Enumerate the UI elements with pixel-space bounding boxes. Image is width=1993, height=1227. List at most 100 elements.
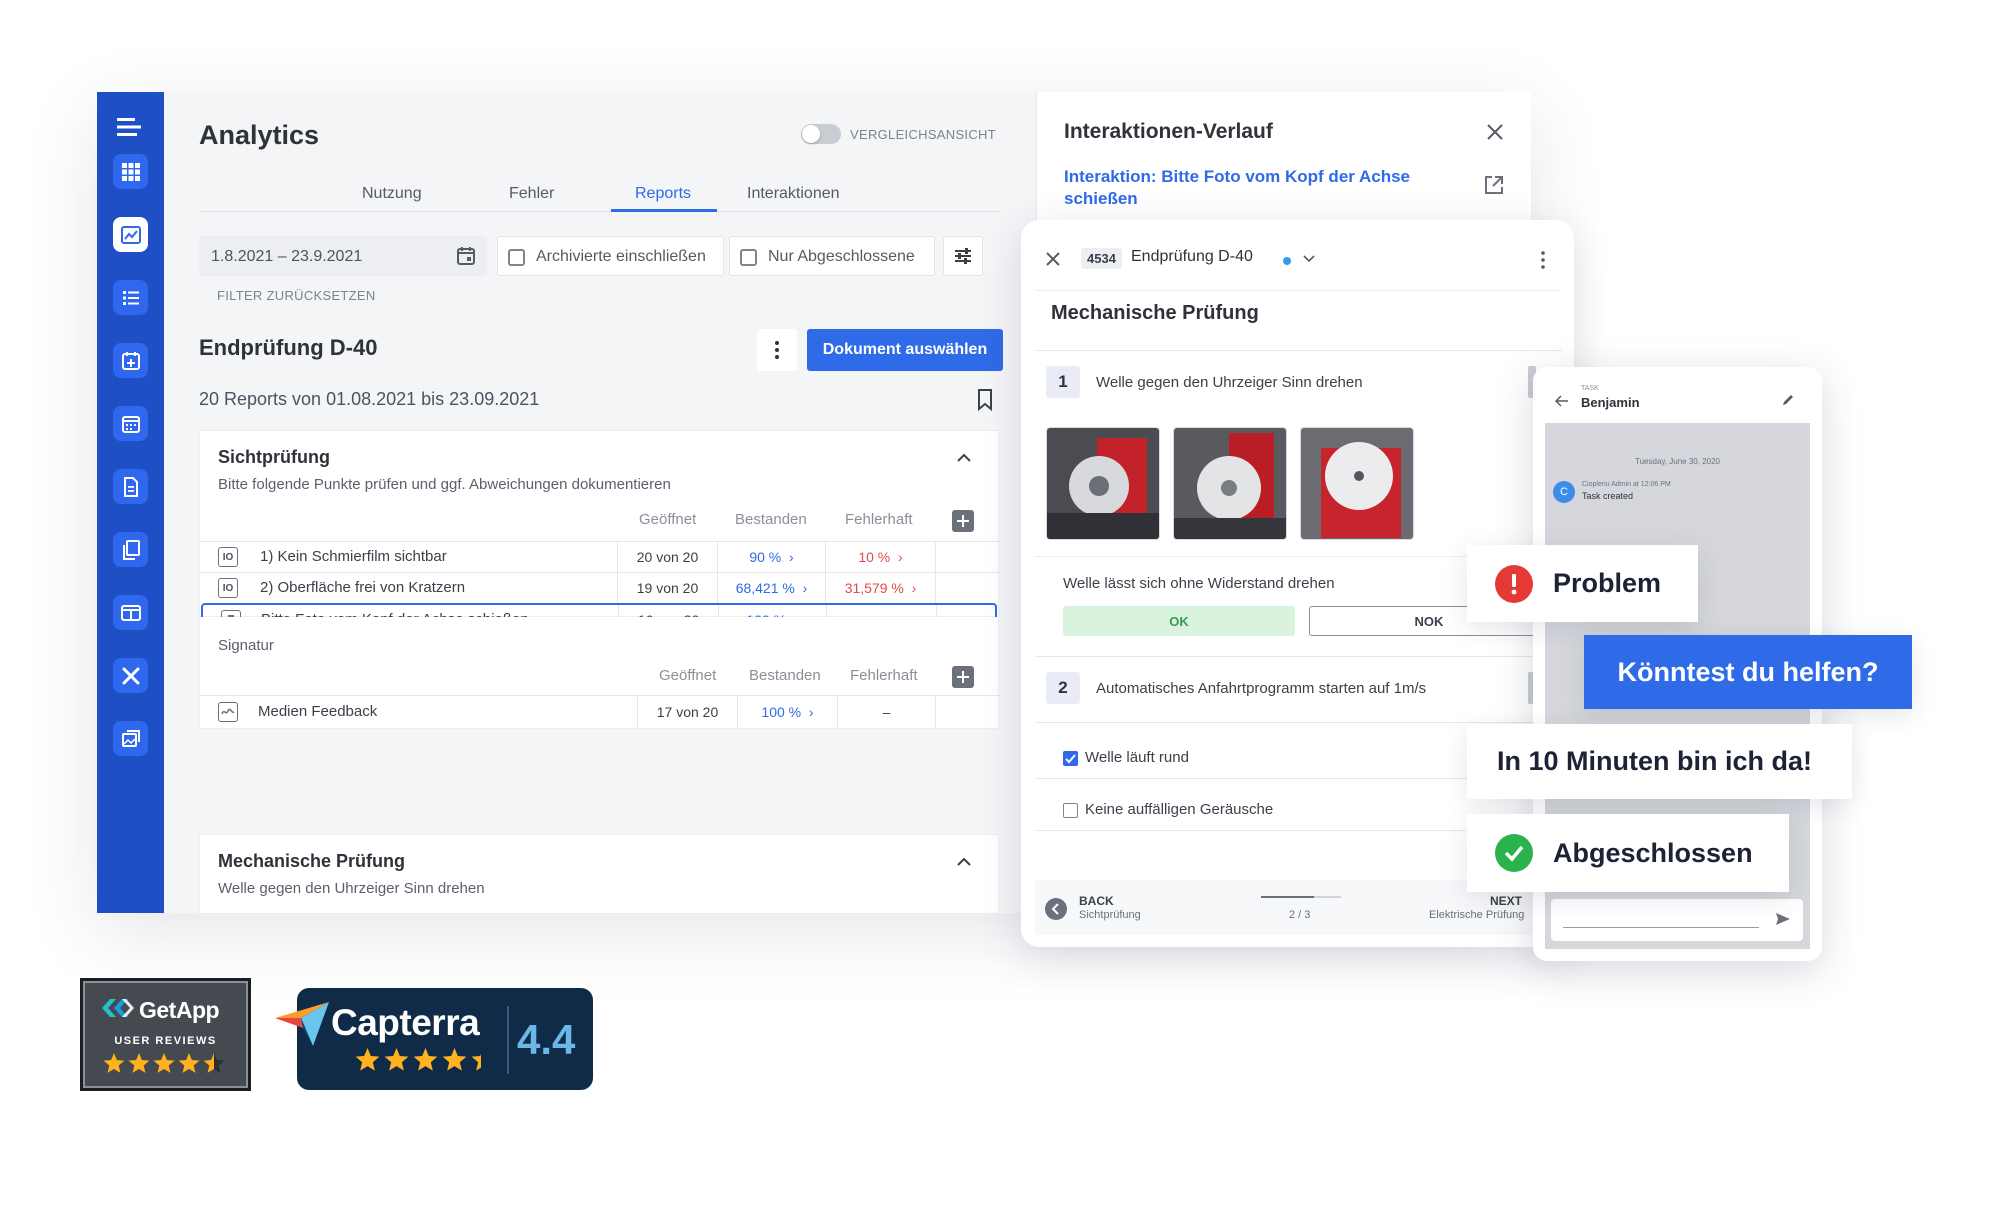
divider [1035, 656, 1562, 657]
sidebar-item-calendar[interactable] [113, 406, 148, 441]
getapp-badge: GetApp USER REVIEWS [80, 978, 251, 1091]
pencil-icon[interactable] [1781, 393, 1795, 407]
check-label: Keine auffälligen Geräusche [1085, 801, 1274, 818]
back-button[interactable] [1045, 898, 1067, 920]
section-card-mechanisch: Mechanische Prüfung Welle gegen den Uhrz… [199, 834, 999, 913]
filter-archived[interactable]: Archivierte einschließen [497, 236, 724, 276]
inspection-photo[interactable] [1173, 427, 1287, 540]
row-failed[interactable]: 31,579 % › [825, 573, 935, 603]
ok-button[interactable]: OK [1063, 606, 1295, 636]
sidebar-item-analytics[interactable] [113, 217, 148, 252]
bubble-problem: Problem [1467, 545, 1698, 622]
sidebar-item-tools[interactable] [113, 658, 148, 693]
add-column-button[interactable] [952, 510, 974, 532]
chevron-down-icon[interactable] [1303, 255, 1315, 263]
capterra-score: 4.4 [517, 1016, 576, 1063]
compare-toggle[interactable] [801, 124, 841, 144]
kebab-icon [775, 341, 779, 359]
check-circle-icon [1495, 834, 1533, 872]
row-passed[interactable]: 100 % › [737, 696, 837, 728]
col-opened: Geöffnet [639, 511, 697, 528]
back-label[interactable]: BACK [1079, 894, 1114, 908]
tab-fehler[interactable]: Fehler [509, 185, 554, 203]
inspection-photo[interactable] [1046, 427, 1160, 540]
row-opened: 20 von 20 [617, 542, 717, 572]
external-link-icon[interactable] [1483, 174, 1505, 196]
io-icon: IO [218, 547, 238, 567]
sidebar-item-media[interactable] [113, 721, 148, 756]
row-opened: 17 von 20 [637, 696, 737, 728]
more-options-button[interactable] [757, 329, 797, 371]
arrow-left-icon[interactable] [1555, 395, 1569, 407]
row-passed[interactable]: 68,421 % › [717, 573, 825, 603]
phone-header: TASK Benjamin [1545, 379, 1810, 423]
sidebar-item-checklists[interactable] [113, 280, 148, 315]
tab-nutzung[interactable]: Nutzung [362, 185, 422, 203]
tablet-document-name[interactable]: Endprüfung D-40 [1131, 248, 1253, 266]
interaction-link[interactable]: Interaktion: Bitte Foto vom Kopf der Ach… [1064, 166, 1454, 210]
row-failed[interactable]: 10 % › [825, 542, 935, 572]
sidebar-item-layout[interactable] [113, 595, 148, 630]
layout-icon [120, 604, 141, 621]
chat-name: Benjamin [1581, 395, 1640, 410]
message-input[interactable] [1551, 899, 1803, 941]
check-geraeusche[interactable] [1063, 803, 1078, 818]
close-icon[interactable] [1485, 122, 1505, 142]
getapp-rating-stars [103, 1053, 225, 1073]
progress-fill [1261, 896, 1315, 898]
report-count: 20 Reports von 01.08.2021 bis 23.09.2021 [199, 389, 540, 409]
col-passed: Bestanden [749, 667, 821, 684]
add-column-button[interactable] [952, 666, 974, 688]
signature-icon [218, 702, 238, 722]
sidebar-item-dashboard[interactable] [113, 154, 148, 189]
active-tab-indicator [611, 209, 717, 212]
getapp-name: GetApp [139, 997, 220, 1023]
sidebar-item-templates[interactable] [113, 532, 148, 567]
chevron-up-icon[interactable] [956, 453, 972, 463]
completed-checkbox[interactable] [740, 249, 757, 266]
row-extra [935, 573, 1000, 603]
plus-icon [957, 671, 969, 683]
kebab-icon[interactable] [1540, 250, 1546, 270]
menu-icon[interactable] [117, 116, 143, 138]
date-range-picker[interactable]: 1.8.2021 – 23.9.2021 [199, 236, 487, 276]
chevron-up-icon[interactable] [956, 857, 972, 867]
inspection-photo[interactable] [1300, 427, 1414, 540]
star-icon [128, 1053, 150, 1073]
select-document-button[interactable]: Dokument auswählen [807, 329, 1003, 371]
next-label[interactable]: NEXT [1490, 894, 1522, 908]
table-row[interactable]: IO 2) Oberfläche frei von Kratzern 19 vo… [200, 572, 1000, 603]
tab-interaktionen[interactable]: Interaktionen [747, 185, 840, 203]
calendar-icon[interactable] [455, 245, 477, 267]
row-opened: 19 von 20 [617, 573, 717, 603]
analytics-panel: Analytics VERGLEICHSANSICHT Nutzung Fehl… [164, 92, 1059, 913]
reset-filter-link[interactable]: FILTER ZURÜCKSETZEN [217, 288, 376, 303]
star-icon [355, 1048, 380, 1071]
sidebar-item-planning[interactable] [113, 343, 148, 378]
tab-reports[interactable]: Reports [635, 185, 691, 203]
analytics-icon [120, 225, 141, 244]
filter-completed[interactable]: Nur Abgeschlossene [729, 236, 935, 276]
col-opened: Geöffnet [659, 667, 717, 684]
archived-checkbox[interactable] [508, 249, 525, 266]
row-passed[interactable]: 90 % › [717, 542, 825, 572]
send-icon[interactable] [1775, 912, 1791, 926]
tablet-section-title: Mechanische Prüfung [1051, 302, 1259, 324]
sidebar-item-documents[interactable] [113, 469, 148, 504]
question-text: Welle lässt sich ohne Widerstand drehen [1063, 575, 1335, 592]
close-icon[interactable] [1045, 251, 1061, 267]
table-row[interactable]: IO 1) Kein Schmierfilm sichtbar 20 von 2… [200, 541, 1000, 572]
table-row[interactable]: Medien Feedback 17 von 20 100 % › – [200, 695, 1000, 728]
bubble-help-text: Könntest du helfen? [1617, 656, 1879, 687]
star-icon [178, 1053, 200, 1073]
step-text: Welle gegen den Uhrzeiger Sinn drehen [1096, 374, 1363, 391]
history-title: Interaktionen-Verlauf [1064, 120, 1273, 143]
bubble-reply: In 10 Minuten bin ich da! [1467, 724, 1852, 799]
calendar-icon [121, 415, 140, 433]
filter-settings-button[interactable] [943, 236, 983, 276]
col-failed: Fehlerhaft [845, 511, 913, 528]
row-passed-value: 90 % [749, 549, 782, 565]
check-welle-rund[interactable] [1063, 751, 1078, 766]
bookmark-icon[interactable] [975, 388, 995, 412]
star-icon [153, 1053, 175, 1073]
